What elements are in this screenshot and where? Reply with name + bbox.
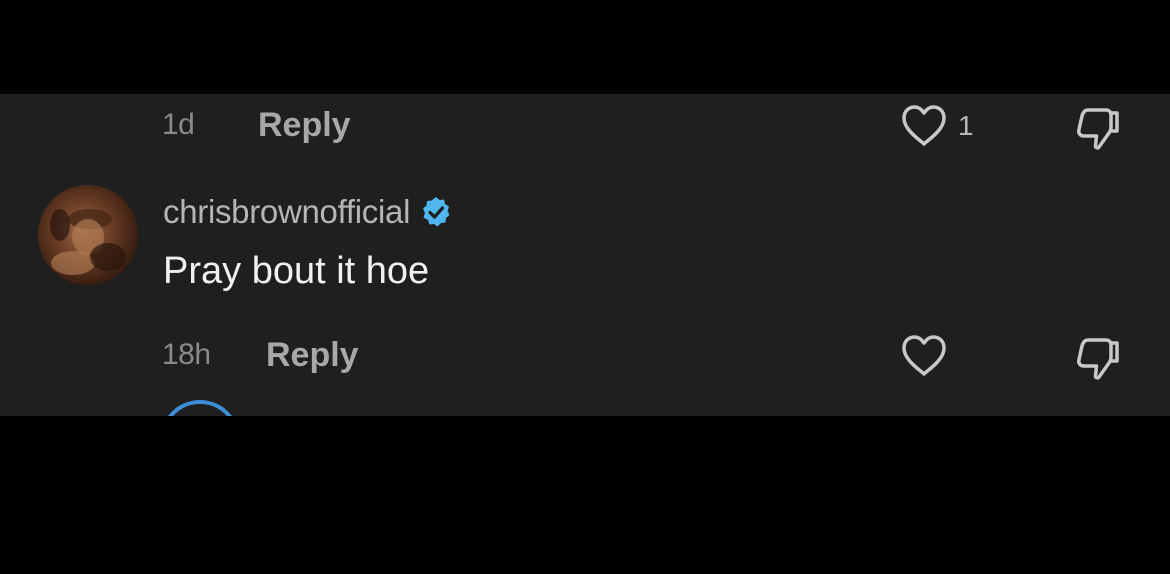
- previous-comment-meta: 1d Reply 1: [0, 94, 1170, 154]
- like-count: 1: [958, 110, 974, 141]
- thumbs-down-icon[interactable]: [1072, 104, 1122, 152]
- comment-text: Pray bout it hoe: [163, 250, 430, 292]
- reply-button[interactable]: Reply: [258, 106, 351, 145]
- avatar[interactable]: [38, 185, 138, 285]
- comment-item: chrisbrownofficial Pray bout it hoe: [0, 180, 1170, 310]
- avatar-image: [50, 209, 126, 275]
- comment-meta: 18h Reply: [0, 324, 1170, 384]
- reply-button[interactable]: Reply: [266, 336, 359, 375]
- comment-timestamp: 1d: [162, 108, 195, 141]
- heart-outline-icon[interactable]: [900, 104, 948, 148]
- comment-timestamp: 18h: [162, 338, 211, 371]
- heart-outline-icon[interactable]: [900, 334, 948, 378]
- comments-panel: 1d Reply 1 chrisbrownofficial Pray bout …: [0, 94, 1170, 416]
- thumbs-down-icon[interactable]: [1072, 334, 1122, 382]
- username[interactable]: chrisbrownofficial: [163, 193, 410, 231]
- verified-badge-icon: [423, 197, 450, 227]
- username-line: chrisbrownofficial: [163, 192, 452, 232]
- next-comment-avatar[interactable]: [160, 400, 240, 416]
